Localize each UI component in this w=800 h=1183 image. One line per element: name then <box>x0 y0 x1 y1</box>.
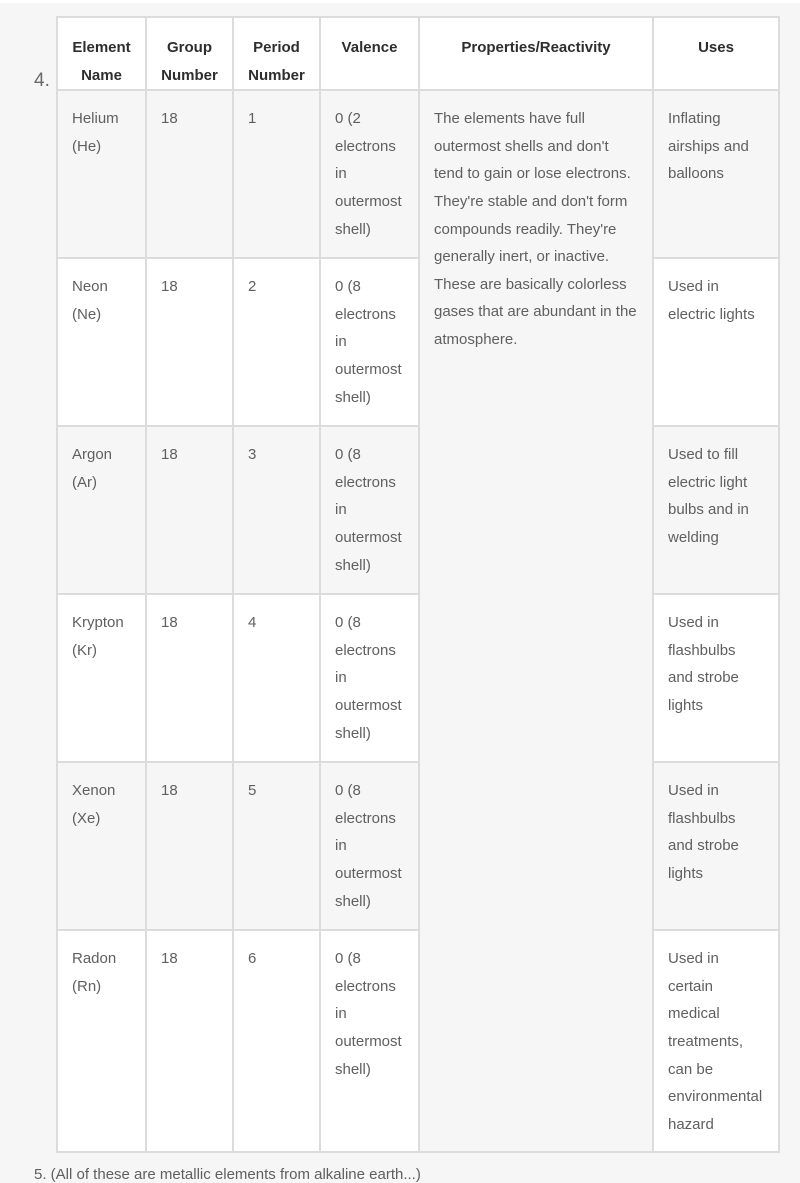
cell-element-name: Xenon (Xe) <box>56 761 147 932</box>
cell-valence: 0 (2 electrons in outermost shell) <box>319 89 420 260</box>
cell-element-name: Helium (He) <box>56 89 147 260</box>
cell-valence: 0 (8 electrons in outermost shell) <box>319 425 420 596</box>
table-row: Helium (He) 18 1 0 (2 electrons in outer… <box>56 89 780 1154</box>
table-header-row: Element Name Group Number Period Number … <box>56 15 780 92</box>
header-properties: Properties/Reactivity <box>418 15 654 92</box>
cell-period-number: 2 <box>232 257 321 428</box>
cell-element-name: Neon (Ne) <box>56 257 147 428</box>
header-uses: Uses <box>652 15 780 92</box>
cell-properties-shared: The elements have full outermost shells … <box>418 89 654 1154</box>
cell-uses: Inflating airships and balloons <box>652 89 780 260</box>
cell-period-number: 3 <box>232 425 321 596</box>
cell-uses: Used in electric lights <box>652 257 780 428</box>
cell-group-number: 18 <box>145 929 234 1154</box>
page-top-edge <box>0 0 800 3</box>
cell-element-name: Argon (Ar) <box>56 425 147 596</box>
cell-uses: Used in flashbulbs and strobe lights <box>652 593 780 764</box>
list-number: 4. <box>34 70 50 91</box>
cell-group-number: 18 <box>145 89 234 260</box>
table-row: Neon (Ne) 18 2 0 (8 electrons in outermo… <box>56 257 780 428</box>
cell-uses: Used to fill electric light bulbs and in… <box>652 425 780 596</box>
header-element-name: Element Name <box>56 15 147 92</box>
header-group-number: Group Number <box>145 15 234 92</box>
cell-period-number: 4 <box>232 593 321 764</box>
header-valence: Valence <box>319 15 420 92</box>
cell-group-number: 18 <box>145 761 234 932</box>
cell-period-number: 5 <box>232 761 321 932</box>
cell-uses: Used in certain medical treatments, can … <box>652 929 780 1154</box>
table-row: Krypton (Kr) 18 4 0 (8 electrons in oute… <box>56 593 780 764</box>
noble-gases-table: Element Name Group Number Period Number … <box>56 15 780 1154</box>
cell-valence: 0 (8 electrons in outermost shell) <box>319 257 420 428</box>
cell-period-number: 1 <box>232 89 321 260</box>
table-row: Argon (Ar) 18 3 0 (8 electrons in outerm… <box>56 425 780 596</box>
table-row: Xenon (Xe) 18 5 0 (8 electrons in outerm… <box>56 761 780 932</box>
cell-valence: 0 (8 electrons in outermost shell) <box>319 593 420 764</box>
table-row: Radon (Rn) 18 6 0 (8 electrons in outerm… <box>56 929 780 1154</box>
cell-valence: 0 (8 electrons in outermost shell) <box>319 761 420 932</box>
cell-valence: 0 (8 electrons in outermost shell) <box>319 929 420 1154</box>
cell-group-number: 18 <box>145 257 234 428</box>
cell-uses: Used in flashbulbs and strobe lights <box>652 761 780 932</box>
cell-element-name: Krypton (Kr) <box>56 593 147 764</box>
cell-group-number: 18 <box>145 593 234 764</box>
cell-element-name: Radon (Rn) <box>56 929 147 1154</box>
cell-period-number: 6 <box>232 929 321 1154</box>
header-period-number: Period Number <box>232 15 321 92</box>
cell-group-number: 18 <box>145 425 234 596</box>
